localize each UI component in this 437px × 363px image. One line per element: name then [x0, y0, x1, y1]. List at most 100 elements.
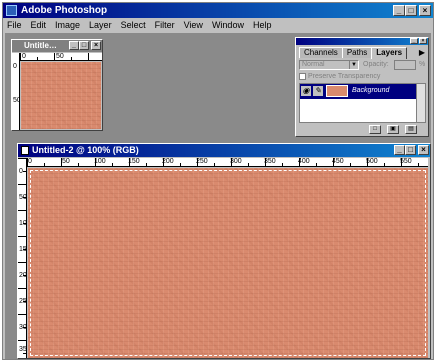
- ruler-label: 50: [13, 97, 19, 104]
- layers-palette[interactable]: _ × Channels Paths Layers ▶ Normal ▼ Opa…: [295, 37, 429, 137]
- small-doc-maximize-button[interactable]: □: [79, 41, 89, 50]
- ruler-tick: [23, 327, 26, 328]
- ruler-tick: [23, 275, 26, 276]
- ruler-tick: [384, 163, 385, 166]
- palette-close-button[interactable]: ×: [419, 38, 427, 44]
- document-icon: [21, 146, 29, 155]
- tab-paths[interactable]: Paths: [341, 47, 373, 58]
- ruler-tick: [54, 53, 55, 60]
- main-doc-maximize-button[interactable]: □: [405, 145, 416, 155]
- mask-button[interactable]: □: [369, 125, 381, 134]
- palette-minimize-button[interactable]: _: [410, 38, 418, 44]
- ruler-tick: [18, 340, 26, 341]
- photoshop-app-icon: [6, 5, 17, 16]
- menu-select[interactable]: Select: [121, 19, 146, 32]
- palette-footer: □ ▣ ▤: [299, 125, 426, 135]
- main-doc-titlebar[interactable]: Untitled-2 @ 100% (RGB) _ □ ×: [18, 144, 430, 157]
- ruler-tick: [350, 163, 351, 166]
- workspace: Untitle… _ □ × 0 50 0 50: [5, 33, 431, 359]
- ruler-tick: [112, 163, 113, 166]
- ruler-tick: [146, 163, 147, 166]
- menu-image[interactable]: Image: [55, 19, 80, 32]
- ruler-tick: [18, 184, 26, 185]
- close-button[interactable]: ×: [419, 5, 431, 16]
- main-doc-close-button[interactable]: ×: [418, 145, 429, 155]
- small-doc-titlebar[interactable]: Untitle… _ □ ×: [12, 40, 102, 52]
- ruler-tick: [18, 262, 26, 263]
- ruler-label: 350: [19, 346, 27, 353]
- opacity-input[interactable]: [394, 60, 416, 70]
- small-doc-canvas[interactable]: [21, 62, 101, 129]
- chevron-down-icon: ▼: [349, 61, 358, 69]
- ruler-tick: [197, 158, 198, 166]
- small-doc-close-button[interactable]: ×: [91, 41, 101, 50]
- ruler-tick: [88, 53, 89, 60]
- palette-menu-arrow-icon[interactable]: ▶: [419, 48, 425, 57]
- blend-mode-value: Normal: [302, 61, 325, 68]
- layer-list-scrollbar[interactable]: [416, 84, 425, 122]
- app-titlebar[interactable]: Adobe Photoshop _ □ ×: [3, 3, 433, 18]
- ruler-tick: [78, 163, 79, 166]
- ruler-tick: [129, 158, 130, 166]
- menu-help[interactable]: Help: [253, 19, 272, 32]
- app-title: Adobe Photoshop: [21, 5, 108, 16]
- ruler-tick: [18, 314, 26, 315]
- delete-layer-button[interactable]: ▤: [405, 125, 417, 134]
- eye-icon[interactable]: ◉: [301, 86, 311, 96]
- ruler-label: 50: [62, 158, 70, 165]
- ruler-tick: [248, 163, 249, 166]
- ruler-label: 0: [13, 63, 17, 70]
- paintbrush-icon[interactable]: ✎: [313, 86, 323, 96]
- tab-layers[interactable]: Layers: [371, 47, 408, 59]
- layer-row-background[interactable]: ◉ ✎ Background: [300, 84, 417, 99]
- ruler-label: 50: [56, 53, 64, 60]
- selection-marquee: [30, 170, 426, 356]
- ruler-tick: [18, 210, 26, 211]
- document-window-main[interactable]: Untitled-2 @ 100% (RGB) _ □ × 0 50 100 1…: [17, 143, 431, 359]
- ruler-tick: [299, 158, 300, 166]
- layer-name: Background: [352, 87, 390, 94]
- menu-file[interactable]: File: [7, 19, 22, 32]
- ruler-tick: [23, 197, 26, 198]
- ruler-tick: [282, 163, 283, 166]
- menu-layer[interactable]: Layer: [89, 19, 112, 32]
- main-doc-title: Untitled-2 @ 100% (RGB): [32, 145, 139, 155]
- ruler-tick: [333, 158, 334, 166]
- ruler-tick: [37, 57, 38, 60]
- menu-view[interactable]: View: [184, 19, 203, 32]
- ruler-tick: [418, 163, 419, 166]
- menu-filter[interactable]: Filter: [155, 19, 175, 32]
- preserve-transparency-label: Preserve Transparency: [308, 73, 381, 80]
- ruler-tick: [95, 158, 96, 166]
- ruler-tick: [367, 158, 368, 166]
- preserve-transparency-option[interactable]: Preserve Transparency: [299, 73, 380, 80]
- ruler-tick: [23, 223, 26, 224]
- ruler-tick: [23, 301, 26, 302]
- blend-mode-select[interactable]: Normal ▼: [299, 60, 359, 70]
- palette-titlebar[interactable]: _ ×: [296, 38, 428, 45]
- ruler-tick: [401, 158, 402, 166]
- opacity-label: Opacity:: [363, 61, 389, 68]
- ruler-tick: [18, 236, 26, 237]
- small-doc-vertical-ruler: 0 50: [12, 53, 20, 130]
- small-doc-minimize-button[interactable]: _: [69, 41, 79, 50]
- menu-edit[interactable]: Edit: [31, 19, 47, 32]
- menu-window[interactable]: Window: [212, 19, 244, 32]
- preserve-transparency-checkbox[interactable]: [299, 73, 306, 80]
- ruler-tick: [265, 158, 266, 166]
- opacity-percent: %: [419, 61, 426, 68]
- ruler-tick: [44, 163, 45, 166]
- layer-list: ◉ ✎ Background: [299, 83, 426, 123]
- main-doc-minimize-button[interactable]: _: [394, 145, 405, 155]
- new-layer-button[interactable]: ▣: [387, 125, 399, 134]
- small-doc-title: Untitle…: [24, 41, 57, 50]
- palette-body: Normal ▼ Opacity: % Preserve Transparenc…: [299, 59, 426, 135]
- ruler-tick: [20, 53, 21, 60]
- main-doc-canvas[interactable]: [28, 168, 428, 358]
- minimize-button[interactable]: _: [393, 5, 405, 16]
- ruler-tick: [71, 57, 72, 60]
- tab-channels[interactable]: Channels: [299, 47, 343, 58]
- ruler-tick: [23, 249, 26, 250]
- document-window-small[interactable]: Untitle… _ □ × 0 50 0 50: [11, 39, 103, 131]
- maximize-button[interactable]: □: [405, 5, 417, 16]
